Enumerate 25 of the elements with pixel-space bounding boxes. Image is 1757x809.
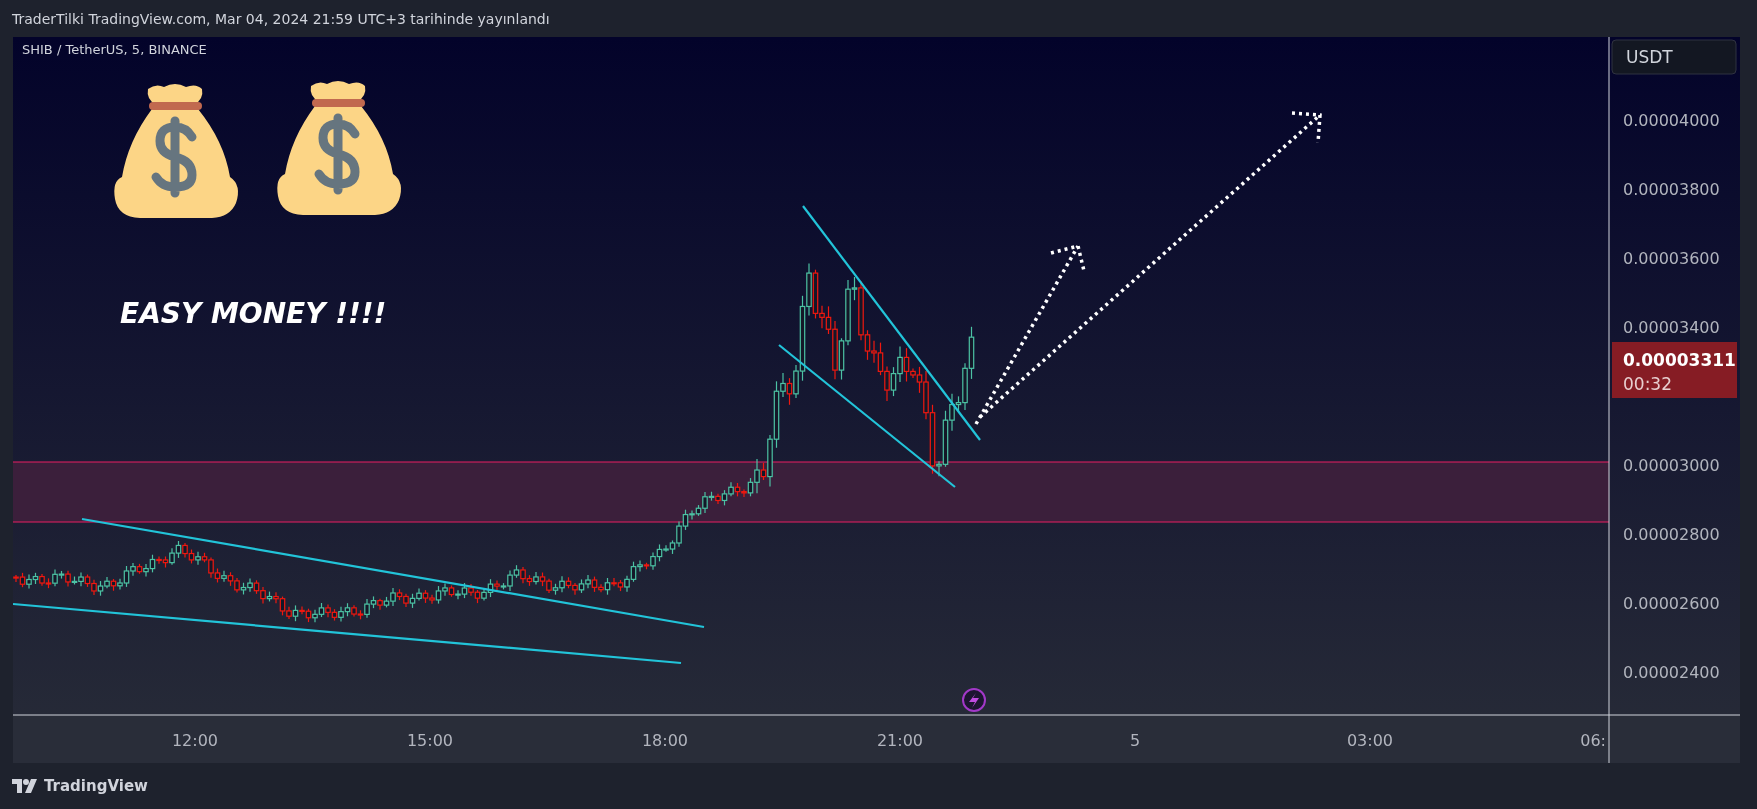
tradingview-logo-icon: [12, 779, 38, 793]
time-label: 12:00: [171, 731, 219, 750]
time-label: 03:00: [1346, 731, 1394, 750]
price-label: 0.00004000: [1623, 111, 1720, 130]
price-label: 0.00003000: [1623, 456, 1720, 475]
symbol-title: SHIB / TetherUS, 5, BINANCE: [22, 42, 207, 57]
time-label: 06:: [1580, 731, 1606, 750]
price-label: 0.00002400: [1623, 663, 1720, 682]
brand-name: TradingView: [44, 777, 148, 795]
last-price: 0.00003311: [1623, 350, 1736, 370]
time-label: 5: [1129, 731, 1141, 750]
currency-button[interactable]: USDT: [1611, 39, 1737, 75]
bar-countdown: 00:32: [1623, 374, 1672, 394]
price-label: 0.00002800: [1623, 525, 1720, 544]
price-label: 0.00003400: [1623, 318, 1720, 337]
time-label: 15:00: [406, 731, 454, 750]
price-label: 0.00003600: [1623, 249, 1720, 268]
chart-annotation: EASY MONEY !!!!: [120, 297, 387, 330]
money-bag-icon: [277, 81, 401, 215]
money-bag-icon: [114, 84, 238, 218]
price-label: 0.00003800: [1623, 180, 1720, 199]
time-label: 18:00: [641, 731, 689, 750]
time-label: 21:00: [876, 731, 924, 750]
price-label: 0.00002600: [1623, 594, 1720, 613]
publish-info: TraderTilki TradingView.com, Mar 04, 2024 21:59 UTC+3 tarihinde yayınlandı: [12, 10, 550, 27]
